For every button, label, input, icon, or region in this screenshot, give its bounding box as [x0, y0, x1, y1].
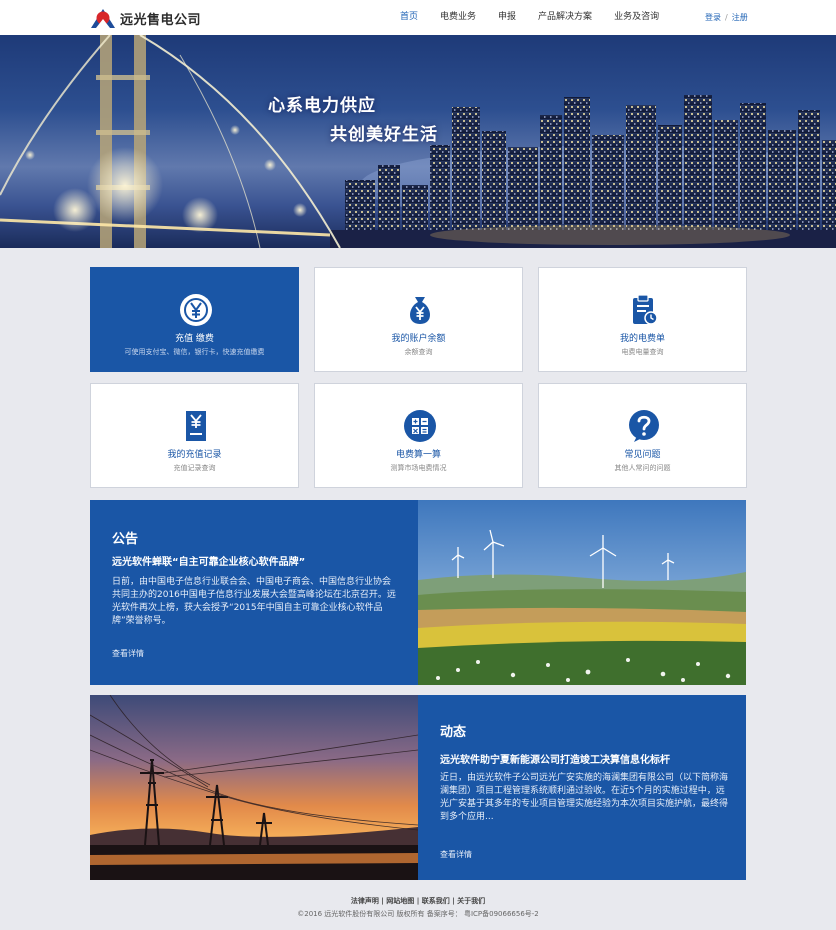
- card-subtitle: 余额查询: [404, 348, 433, 356]
- logo-icon: [91, 9, 115, 28]
- nav-item-consulting[interactable]: 业务及咨询: [614, 0, 659, 35]
- card-subtitle: 测算市场电费情况: [390, 464, 447, 472]
- auth-separator: /: [725, 13, 728, 22]
- news-title[interactable]: 远光软件助宁夏新能源公司打造竣工决算信息化标杆: [440, 751, 670, 766]
- footer-link-contact[interactable]: 联系我们: [422, 897, 450, 905]
- wind-farm-photo: [418, 500, 746, 685]
- card-electricity-bill[interactable]: 我的电费单 电费电量查询: [538, 267, 747, 372]
- news-panel: 动态 远光软件助宁夏新能源公司打造竣工决算信息化标杆 近日，由远光软件子公司远光…: [418, 695, 746, 880]
- auth-links: 登录 / 注册: [705, 0, 748, 35]
- card-title: 我的充值记录: [167, 450, 222, 460]
- login-link[interactable]: 登录: [705, 13, 721, 22]
- card-account-balance[interactable]: 我的账户余额 余额查询: [314, 267, 523, 372]
- wind-farm-image: [418, 500, 746, 685]
- logo[interactable]: 远光售电公司: [90, 6, 201, 30]
- card-title: 我的电费单: [619, 334, 665, 344]
- news-body: 近日，由远光软件子公司远光广安实施的海澜集团有限公司（以下简称海澜集团）项目工程…: [440, 773, 729, 822]
- card-title: 电费算一算: [395, 450, 441, 460]
- card-subtitle: 充值记录查询: [173, 464, 216, 472]
- news-more-link[interactable]: 查看详情: [440, 849, 472, 860]
- news-heading: 动态: [440, 725, 467, 740]
- footer-link-sitemap[interactable]: 网站地图: [386, 897, 414, 905]
- nav-item-billing[interactable]: 电费业务: [440, 0, 476, 35]
- footer-copyright: ©2016 远光软件股份有限公司 版权所有 备案序号： 粤ICP备0906665…: [297, 910, 539, 918]
- notice-title[interactable]: 远光软件蝉联“自主可靠企业核心软件品牌”: [112, 553, 305, 568]
- nav-item-home[interactable]: 首页: [400, 0, 418, 35]
- footer-link-about[interactable]: 关于我们: [457, 897, 485, 905]
- notice-heading: 公告: [112, 532, 139, 547]
- receipt-icon: [186, 411, 206, 441]
- card-bill-calculator[interactable]: 电费算一算 测算市场电费情况: [314, 383, 523, 488]
- site-header: 远光售电公司 首页 电费业务 申报 产品解决方案 业务及咨询 登录 / 注册: [0, 0, 836, 35]
- calculator-icon: [404, 410, 436, 442]
- notice-more-link[interactable]: 查看详情: [112, 648, 144, 659]
- card-title: 充值 缴费: [175, 334, 214, 344]
- card-recharge[interactable]: 充值 缴费 可使用支付宝、微信，银行卡，快速充值缴费: [90, 267, 299, 372]
- hero-banner: 心系电力供应 共创美好生活: [0, 35, 836, 248]
- nav-item-solutions[interactable]: 产品解决方案: [538, 0, 592, 35]
- card-subtitle: 电费电量查询: [621, 348, 664, 356]
- nav-item-declare[interactable]: 申报: [498, 0, 516, 35]
- register-link[interactable]: 注册: [732, 13, 748, 22]
- card-subtitle: 其他人常问的问题: [614, 464, 671, 472]
- power-tower-photo: [90, 695, 418, 880]
- question-icon: [629, 410, 659, 442]
- notice-body: 日前，由中国电子信息行业联合会、中国电子商会、中国信息行业协会共同主办的2016…: [112, 577, 396, 626]
- clipboard-bill-icon: [633, 294, 658, 325]
- footer-links: 法律声明 | 网站地图 | 联系我们 | 关于我们: [350, 897, 486, 905]
- money-bag-icon: [410, 297, 430, 324]
- card-faq[interactable]: 常见问题 其他人常问的问题: [538, 383, 747, 488]
- yen-coin-icon: [180, 294, 212, 326]
- logo-text: 远光售电公司: [120, 12, 202, 28]
- footer-link-legal[interactable]: 法律声明: [351, 897, 379, 905]
- hero-slogan-line1: 心系电力供应: [268, 96, 376, 116]
- card-title: 我的账户余额: [391, 334, 446, 344]
- card-recharge-history[interactable]: 我的充值记录 充值记录查询: [90, 383, 299, 488]
- card-title: 常见问题: [624, 450, 661, 460]
- card-subtitle: 可使用支付宝、微信，银行卡，快速充值缴费: [124, 348, 265, 356]
- notice-panel: 公告 远光软件蝉联“自主可靠企业核心软件品牌” 日前，由中国电子信息行业联合会、…: [90, 500, 418, 685]
- power-tower-image: [90, 695, 418, 880]
- hero-slogan-line2: 共创美好生活: [330, 125, 438, 145]
- main-nav: 首页 电费业务 申报 产品解决方案 业务及咨询: [400, 0, 681, 35]
